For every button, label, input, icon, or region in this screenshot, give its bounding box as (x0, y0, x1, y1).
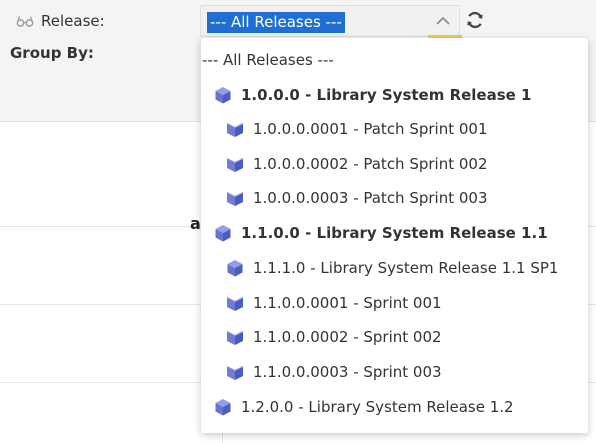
release-option[interactable]: 1.2.0.0 - Library System Release 1.2 (201, 391, 588, 423)
release-option[interactable]: 1.0.0.0.0002 - Patch Sprint 002 (201, 148, 588, 180)
release-select-value: --- All Releases --- (207, 12, 345, 33)
release-cube-icon (227, 260, 243, 277)
release-filter-row: Release: (16, 10, 105, 32)
release-option[interactable]: 1.1.0.0.0001 - Sprint 001 (201, 287, 588, 319)
release-option-label: 1.1.0.0.0002 - Sprint 002 (253, 328, 442, 346)
release-option-label: 1.1.0.0.0003 - Sprint 003 (253, 363, 442, 381)
release-option-label: 1.1.1.0 - Library System Release 1.1 SP1 (253, 259, 559, 277)
release-cube-icon (215, 399, 231, 416)
sprint-book-icon (226, 297, 244, 311)
release-option-label: 1.0.0.0 - Library System Release 1 (241, 86, 532, 104)
release-option-label: --- All Releases --- (202, 51, 334, 69)
group-by-label: Group By: (10, 44, 94, 62)
release-option[interactable]: 1.1.1.0 - Library System Release 1.1 SP1 (201, 252, 588, 284)
release-dropdown-list: --- All Releases --- 1.0.0.0 - Library Sy… (201, 38, 588, 433)
release-option[interactable]: --- All Releases --- (201, 44, 588, 76)
sprint-book-icon (226, 123, 244, 137)
release-option[interactable]: 1.1.0.0 - Library System Release 1.1 (201, 217, 588, 249)
obscured-content-text: a (190, 214, 201, 233)
release-option-label: 1.1.0.0 - Library System Release 1.1 (241, 224, 548, 242)
release-option-label: 1.2.0.0 - Library System Release 1.2 (241, 398, 514, 416)
chevron-up-icon[interactable] (435, 14, 451, 28)
release-label: Release: (41, 12, 105, 30)
sprint-book-icon (226, 366, 244, 380)
release-select[interactable]: --- All Releases --- (200, 5, 460, 37)
release-option[interactable]: 1.0.0.0.0003 - Patch Sprint 003 (201, 182, 588, 214)
release-cube-icon (215, 87, 231, 104)
release-option[interactable]: 1.0.0.0 - Library System Release 1 (201, 79, 588, 111)
sprint-book-icon (226, 158, 244, 172)
glasses-icon (16, 16, 34, 27)
release-option-label: 1.0.0.0.0002 - Patch Sprint 002 (253, 155, 488, 173)
page: Release: Group By: a --- All Releases --… (0, 0, 596, 443)
release-option[interactable]: 1.1.0.0.0002 - Sprint 002 (201, 321, 588, 353)
release-option-label: 1.0.0.0.0003 - Patch Sprint 003 (253, 189, 488, 207)
sprint-book-icon (226, 331, 244, 345)
release-option[interactable]: 1.0.0.0.0001 - Patch Sprint 001 (201, 113, 588, 145)
release-option-label: 1.0.0.0.0001 - Patch Sprint 001 (253, 120, 488, 138)
sprint-book-icon (226, 192, 244, 206)
release-option-label: 1.1.0.0.0001 - Sprint 001 (253, 294, 442, 312)
release-cube-icon (215, 225, 231, 242)
release-option[interactable]: 1.1.0.0.0003 - Sprint 003 (201, 356, 588, 388)
refresh-icon[interactable] (465, 10, 485, 30)
